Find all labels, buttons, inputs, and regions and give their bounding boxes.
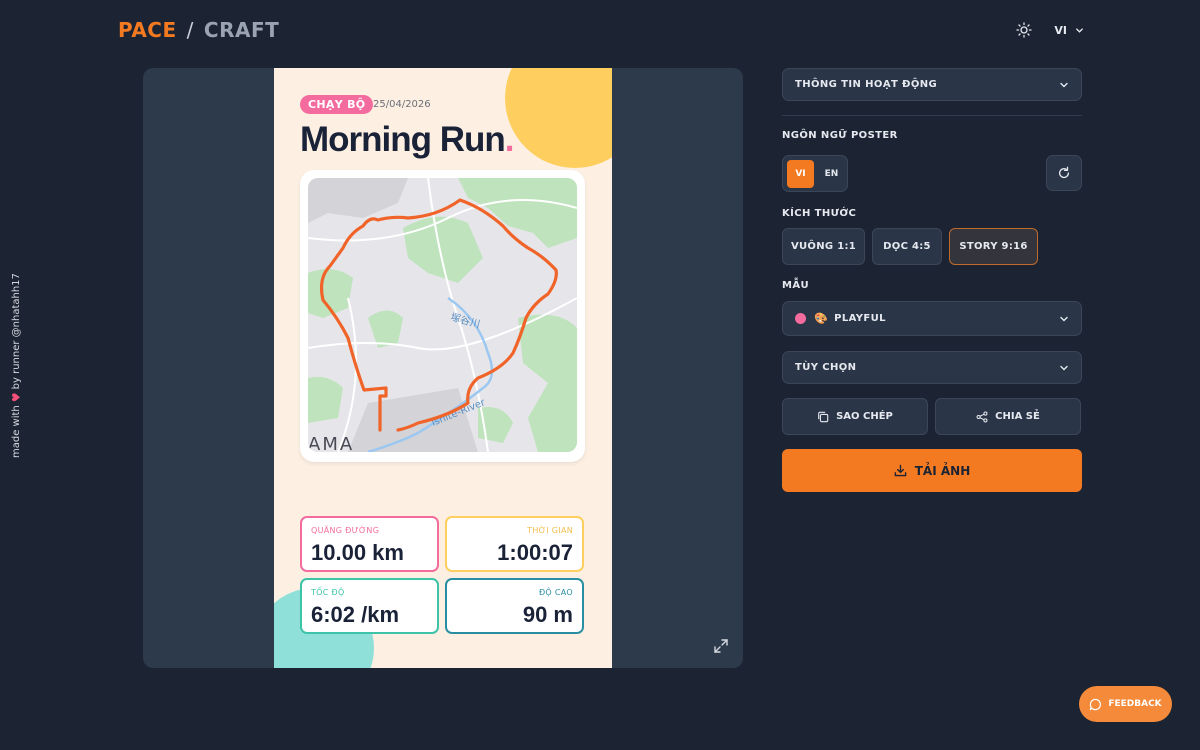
share-icon (976, 411, 988, 422)
template-select[interactable]: 🎨 PLAYFUL (782, 301, 1082, 336)
stat-elevation: ĐỘ CAO 90 m (445, 578, 584, 634)
stat-elevation-label: ĐỘ CAO (538, 588, 573, 597)
palette-icon: 🎨 (814, 312, 829, 325)
divider (782, 115, 1082, 116)
stat-distance-label: QUÃNG ĐƯỜNG (311, 526, 380, 535)
language-select[interactable]: VI (1054, 24, 1084, 37)
stat-pace: TỐC ĐỘ 6:02 /km (300, 578, 439, 634)
chevron-down-icon (1060, 365, 1068, 370)
map-svg: 塚谷川 Ishite-River AMA (308, 178, 577, 452)
chevron-down-icon (1076, 27, 1083, 33)
share-label: CHIA SẺ (995, 411, 1040, 422)
sun-icon[interactable] (1016, 22, 1033, 38)
stat-time-label: THỜI GIAN (527, 526, 573, 535)
feedback-label: FEEDBACK (1108, 699, 1162, 709)
download-icon (894, 464, 907, 477)
activity-info-label: THÔNG TIN HOẠT ĐỘNG (795, 79, 938, 90)
language-value: VI (1054, 23, 1067, 37)
template-color-swatch (795, 313, 806, 324)
copy-label: SAO CHÉP (836, 411, 893, 422)
stat-elevation-value: 90 m (522, 602, 573, 627)
stat-distance: QUÃNG ĐƯỜNG 10.00 km (300, 516, 439, 572)
activity-tag: CHẠY BỘ (300, 95, 374, 114)
template-label: MẪU (782, 280, 810, 291)
options-label: TÙY CHỌN (795, 362, 857, 373)
size-portrait-button[interactable]: DỌC 4:5 (872, 228, 942, 265)
feedback-button[interactable]: FEEDBACK (1079, 686, 1172, 722)
title-text: Morning Run (300, 120, 506, 159)
route-map: 塚谷川 Ishite-River AMA (308, 178, 577, 452)
decor-circle-yellow (505, 68, 612, 168)
heart-icon: ♥ (10, 392, 23, 403)
template-value: PLAYFUL (834, 313, 886, 324)
poster-language-toggle: VI EN (782, 155, 848, 192)
download-label: TẢI ẢNH (914, 463, 971, 478)
place-label: AMA (308, 434, 354, 452)
credit-text: made with ♥ by runner @nhatahh17 (10, 273, 23, 458)
stat-time-value: 1:00:07 (497, 540, 573, 565)
credit-suffix: by runner @nhatahh17 (11, 273, 22, 390)
poster: CHẠY BỘ 25/04/2026 Morning Run. 塚谷川 Ishi… (274, 68, 612, 668)
activity-date: 25/04/2026 (373, 99, 431, 110)
header-controls: VI (1016, 22, 1084, 38)
size-label: KÍCH THƯỚC (782, 208, 857, 219)
map-card: 塚谷川 Ishite-River AMA (300, 170, 585, 462)
stat-distance-value: 10.00 km (311, 540, 404, 565)
stat-pace-value: 6:02 /km (311, 602, 400, 627)
chevron-down-icon (1060, 316, 1068, 321)
copy-icon (818, 411, 829, 422)
download-button[interactable]: TẢI ẢNH (782, 449, 1082, 492)
credit-prefix: made with (11, 405, 22, 458)
lang-en-button[interactable]: EN (818, 160, 845, 188)
expand-icon[interactable] (713, 638, 729, 654)
refresh-button[interactable] (1046, 155, 1082, 191)
app-logo[interactable]: PACE / CRAFT (118, 18, 279, 42)
copy-button[interactable]: SAO CHÉP (782, 398, 928, 435)
poster-title: Morning Run. (300, 120, 514, 160)
size-story-button[interactable]: STORY 9:16 (949, 228, 1038, 265)
title-dot: . (504, 120, 515, 159)
share-button[interactable]: CHIA SẺ (935, 398, 1081, 435)
options-select[interactable]: TÙY CHỌN (782, 351, 1082, 384)
lang-vi-button[interactable]: VI (787, 160, 814, 188)
activity-info-select[interactable]: THÔNG TIN HOẠT ĐỘNG (782, 68, 1082, 101)
chevron-down-icon (1060, 82, 1068, 87)
logo-craft: CRAFT (203, 18, 280, 42)
size-square-button[interactable]: VUÔNG 1:1 (782, 228, 865, 265)
chat-bubble-icon (1090, 698, 1102, 710)
poster-preview: CHẠY BỘ 25/04/2026 Morning Run. 塚谷川 Ishi… (143, 68, 743, 668)
stat-pace-label: TỐC ĐỘ (311, 588, 345, 597)
logo-pace: PACE (118, 18, 177, 42)
refresh-icon (1058, 166, 1070, 179)
stat-time: THỜI GIAN 1:00:07 (445, 516, 584, 572)
poster-language-label: NGÔN NGỮ POSTER (782, 130, 898, 141)
logo-slash: / (186, 18, 194, 42)
